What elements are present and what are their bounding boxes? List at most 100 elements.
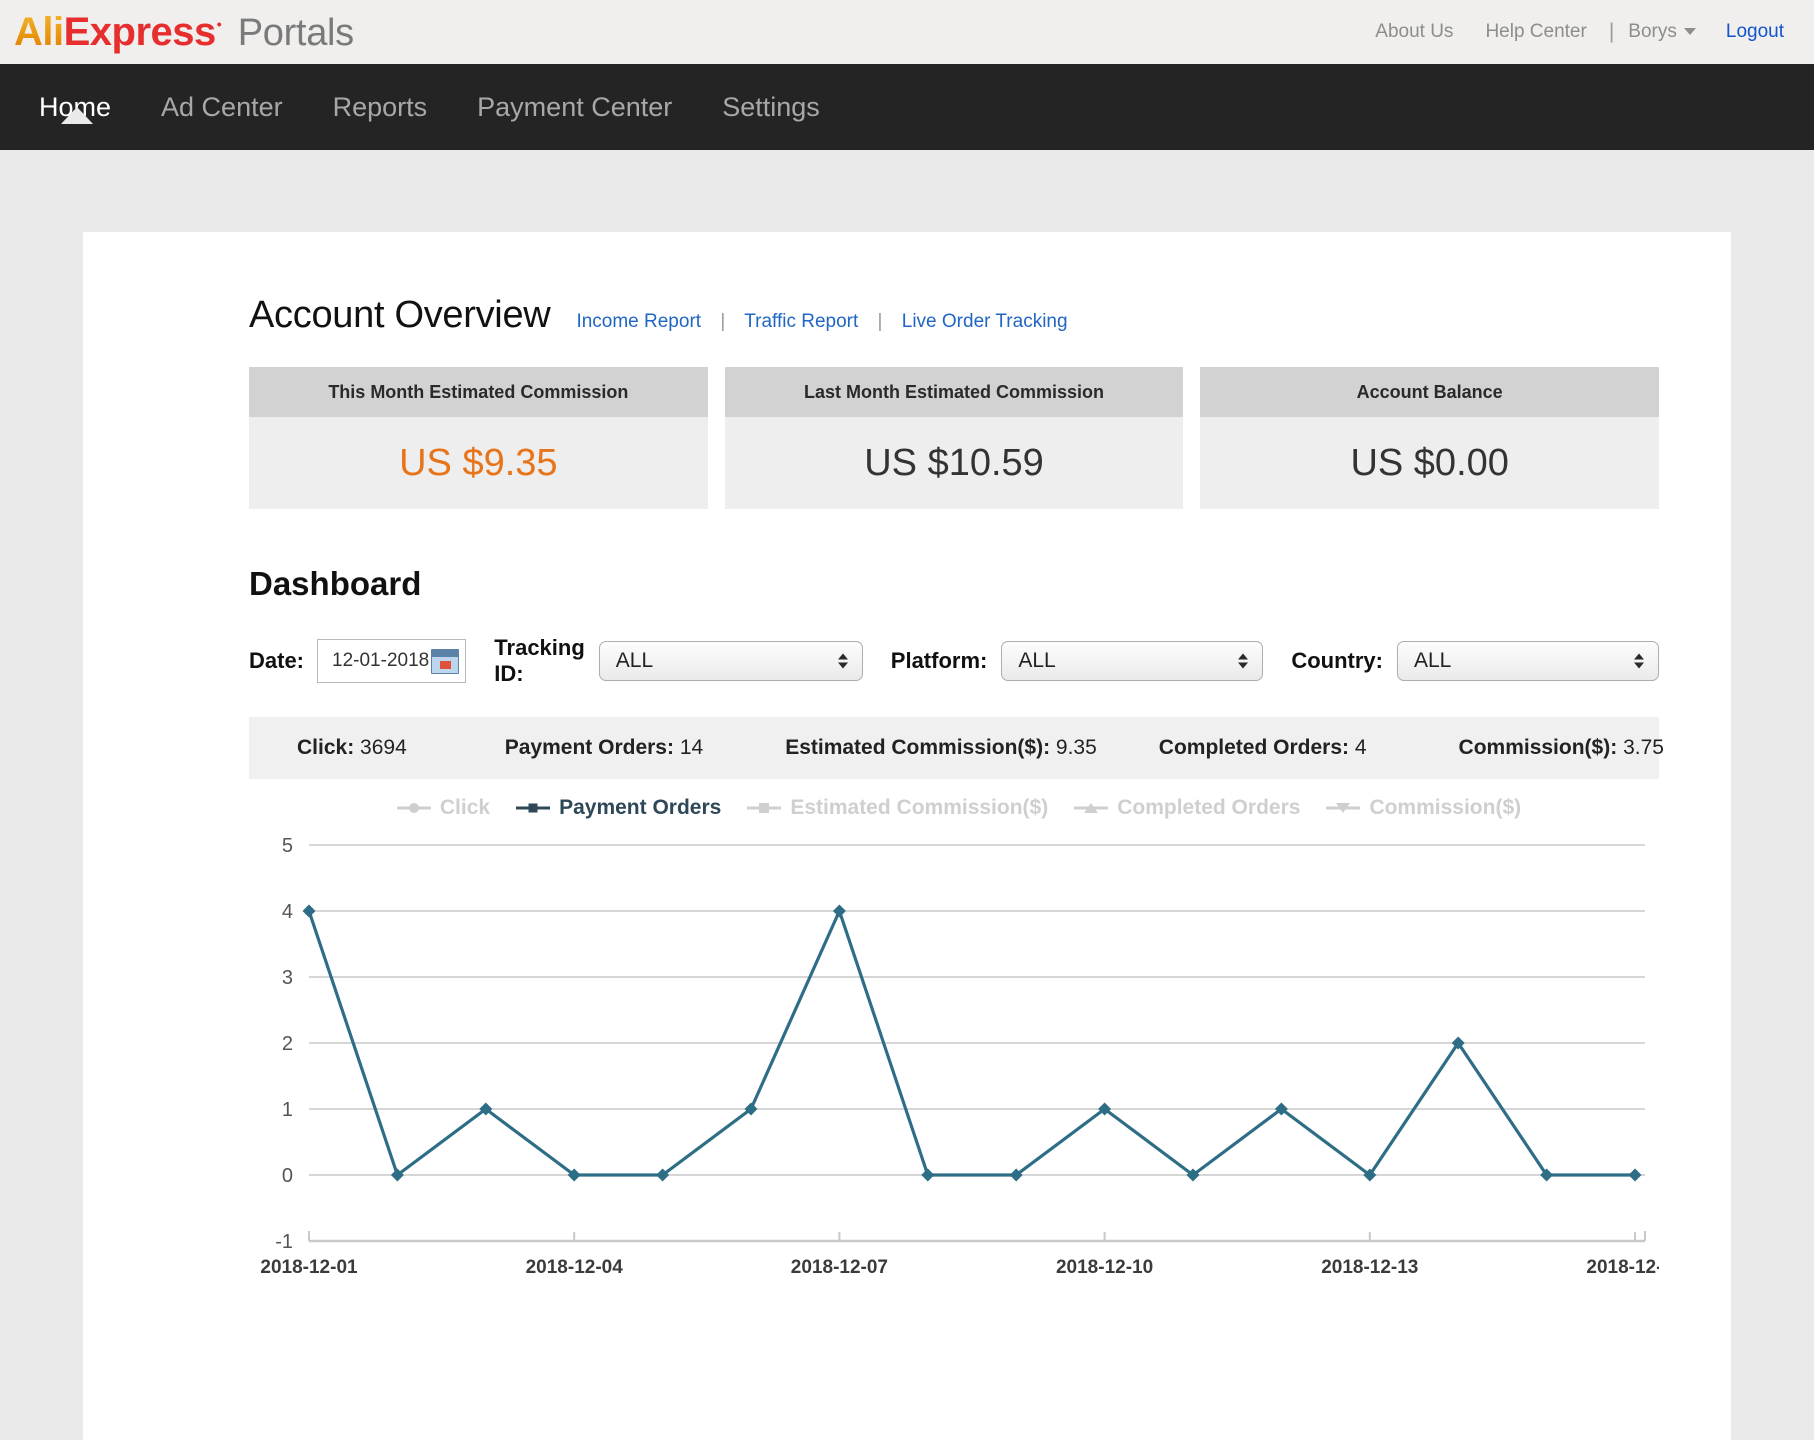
chevron-down-icon	[1683, 28, 1696, 36]
dashboard-filters: Date: 12-01-2018 to 12-16-2018 Tracking …	[249, 635, 1659, 687]
aliexpress-portals-logo[interactable]: Ali Express • Portals	[14, 10, 354, 55]
logo-trademark-mark: •	[216, 15, 222, 32]
stat-completed-orders: Completed Orders: 4	[1159, 736, 1367, 760]
user-menu[interactable]: Borys	[1628, 21, 1696, 43]
logout-link[interactable]: Logout	[1726, 21, 1784, 43]
y-axis-tick-label: 1	[282, 1099, 293, 1121]
chart-legend: Click Payment Orders Estimated Commissio…	[249, 785, 1659, 831]
logo-portals-text: Portals	[237, 11, 354, 54]
card-title: Account Balance	[1200, 367, 1660, 417]
legend-label: Click	[439, 796, 491, 819]
legend-item-payment-orders[interactable]: Payment Orders	[516, 796, 721, 820]
legend-item-click[interactable]: Click	[396, 796, 491, 820]
nav-item-ad-center[interactable]: Ad Center	[136, 92, 308, 123]
y-axis-tick-label: 4	[282, 901, 293, 923]
active-tab-caret-icon	[61, 106, 93, 124]
data-point-marker[interactable]	[302, 904, 316, 918]
page-container: Account Overview Income Report | Traffic…	[83, 232, 1731, 1440]
about-us-link[interactable]: About Us	[1375, 21, 1453, 43]
stat-commission: Commission($): 3.75	[1459, 736, 1664, 760]
stat-completed-orders-value: 4	[1354, 736, 1367, 759]
page-inner: Account Overview Income Report | Traffic…	[83, 294, 1731, 1321]
card-last-month-estimated-commission: Last Month Estimated Commission US $10.5…	[724, 367, 1184, 509]
y-axis-tick-label: 0	[282, 1165, 293, 1187]
nav-item-payment-center[interactable]: Payment Center	[452, 92, 697, 123]
live-order-tracking-link[interactable]: Live Order Tracking	[902, 311, 1068, 332]
stat-estimated-commission-label: Estimated Commission($):	[785, 736, 1051, 759]
x-axis-tick-label: 2018-12-07	[791, 1257, 888, 1278]
card-this-month-estimated-commission: This Month Estimated Commission US $9.35	[249, 367, 708, 509]
tracking-id-select[interactable]: ALL	[598, 641, 863, 681]
select-arrows-icon	[1238, 653, 1249, 669]
legend-item-completed-orders[interactable]: Completed Orders	[1074, 796, 1300, 820]
date-range-value: 12-01-2018 to 12-16-2018	[332, 650, 431, 671]
y-axis-tick-label: 3	[282, 967, 293, 989]
platform-select-value: ALL	[1001, 641, 1264, 681]
calendar-icon[interactable]	[431, 648, 460, 674]
card-account-balance: Account Balance US $0.00	[1200, 367, 1660, 509]
x-axis-tick-label: 2018-12-13	[1321, 1257, 1418, 1278]
stat-estimated-commission: Estimated Commission($): 9.35	[785, 736, 1097, 760]
dashboard-stats-bar: Click: 3694 Payment Orders: 14 Estimated…	[249, 717, 1664, 779]
link-divider-2: |	[877, 311, 883, 332]
x-axis-tick-label: 2018-12-01	[260, 1257, 358, 1278]
x-axis-tick-label: 2018-12-04	[526, 1257, 624, 1278]
stat-payment-orders-label: Payment Orders:	[504, 736, 674, 759]
legend-label: Commission($)	[1369, 796, 1522, 819]
card-value: US $10.59	[724, 417, 1184, 509]
top-bar-right-nav: About Us Help Center | Borys Logout	[1343, 20, 1784, 44]
page-title: Account Overview	[249, 294, 551, 336]
stat-commission-label: Commission($):	[1458, 736, 1618, 759]
select-arrows-icon	[1634, 653, 1644, 669]
triangle-down-marker-icon	[1326, 800, 1361, 816]
nav-item-reports[interactable]: Reports	[308, 92, 453, 123]
card-title: This Month Estimated Commission	[249, 367, 708, 417]
logo-ali-text: Ali	[14, 9, 64, 54]
select-arrows-icon	[837, 653, 848, 669]
nav-item-reports-label: Reports	[332, 91, 428, 122]
card-title: Last Month Estimated Commission	[724, 367, 1184, 417]
nav-item-settings[interactable]: Settings	[697, 92, 845, 123]
platform-select[interactable]: ALL	[1001, 641, 1264, 681]
legend-item-estimated-commission[interactable]: Estimated Commission($)	[747, 796, 1048, 820]
card-value: US $9.35	[249, 417, 708, 509]
country-select-value: ALL	[1397, 641, 1659, 681]
main-navigation: Home Ad Center Reports Payment Center Se…	[0, 64, 1814, 150]
legend-label: Estimated Commission($)	[790, 796, 1049, 819]
legend-label: Completed Orders	[1117, 796, 1301, 819]
country-filter-label: Country:	[1291, 648, 1383, 673]
income-report-link[interactable]: Income Report	[576, 311, 701, 332]
x-axis-tick-label: 2018-12-10	[1056, 1257, 1153, 1278]
card-value: US $0.00	[1200, 417, 1660, 509]
help-center-link[interactable]: Help Center	[1485, 21, 1586, 43]
dashboard-chart: Click Payment Orders Estimated Commissio…	[249, 785, 1659, 1321]
tracking-id-filter-label: Tracking ID:	[494, 635, 585, 686]
data-point-marker[interactable]	[1628, 1168, 1642, 1182]
nav-item-payment-center-label: Payment Center	[477, 91, 673, 122]
date-filter-label: Date:	[249, 648, 305, 673]
legend-item-commission[interactable]: Commission($)	[1326, 796, 1521, 820]
y-axis-tick-label: 2	[282, 1033, 293, 1055]
logo-express-text: Express	[63, 9, 217, 54]
data-point-marker[interactable]	[832, 904, 846, 918]
square-marker-icon	[747, 800, 782, 816]
stat-commission-value: 3.75	[1623, 736, 1664, 759]
circle-marker-icon	[396, 800, 431, 816]
legend-label: Payment Orders	[559, 796, 722, 819]
summary-cards: This Month Estimated Commission US $9.35…	[249, 367, 1660, 509]
top-bar-divider: |	[1608, 20, 1615, 43]
triangle-up-marker-icon	[1074, 800, 1109, 816]
tracking-id-select-value: ALL	[598, 641, 863, 681]
nav-item-home[interactable]: Home	[14, 92, 136, 124]
stat-completed-orders-label: Completed Orders:	[1158, 736, 1349, 759]
date-range-input[interactable]: 12-01-2018 to 12-16-2018	[317, 639, 467, 683]
traffic-report-link[interactable]: Traffic Report	[744, 311, 858, 332]
chart-plot-area: 5 4 3 2 1 0 -1 2018-12-01 2018-12-04 2018-12-07 20…	[249, 831, 1659, 1311]
country-select[interactable]: ALL	[1397, 641, 1659, 681]
y-axis-tick-label: 5	[282, 835, 293, 857]
nav-item-settings-label: Settings	[722, 91, 820, 122]
stat-payment-orders: Payment Orders: 14	[505, 736, 703, 760]
nav-item-ad-center-label: Ad Center	[161, 91, 283, 122]
platform-filter-label: Platform:	[890, 648, 988, 673]
data-point-marker[interactable]	[921, 1168, 935, 1182]
